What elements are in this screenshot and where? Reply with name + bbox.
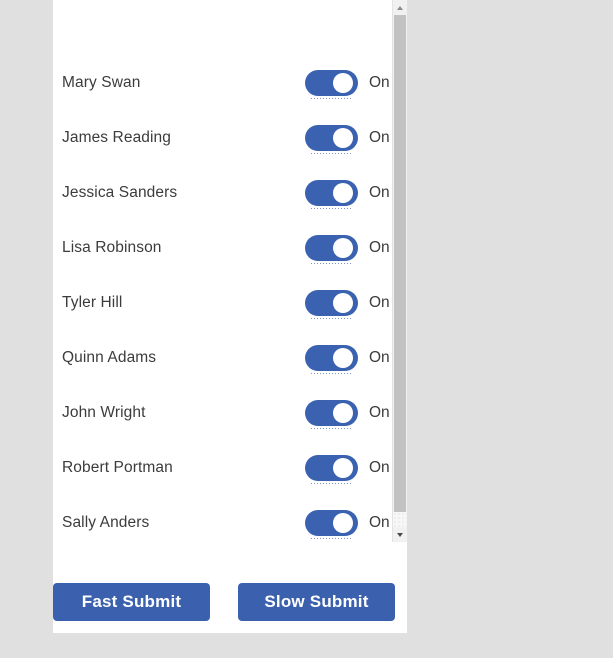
toggle-knob-icon [333, 237, 353, 258]
toggle-switch[interactable] [305, 289, 358, 319]
toggle-focus-indicator [311, 427, 352, 429]
toggle-state-label: On [369, 128, 390, 146]
toggle-switch[interactable] [305, 509, 358, 539]
toggle-switch[interactable] [305, 399, 358, 429]
person-toggle-group: On [305, 289, 390, 319]
form-footer: Fast Submit Slow Submit [53, 545, 407, 633]
toggle-switch[interactable] [305, 454, 358, 484]
person-row: Lisa Robinson On [53, 220, 393, 275]
person-name: Jessica Sanders [62, 183, 178, 201]
toggle-switch[interactable] [305, 234, 358, 264]
person-name: Sally Anders [62, 513, 150, 531]
scrollbar-thumb[interactable] [394, 15, 406, 512]
toggle-knob-icon [333, 292, 353, 313]
person-name: Lisa Robinson [62, 238, 162, 256]
person-row: Robert Portman On [53, 440, 393, 495]
scrollbar-up-button[interactable] [393, 0, 407, 15]
person-name: Mary Swan [62, 73, 141, 91]
person-toggle-group: On [305, 179, 390, 209]
scrollbar-down-button[interactable] [393, 527, 407, 542]
toggle-focus-indicator [311, 207, 352, 209]
toggle-switch[interactable] [305, 344, 358, 374]
toggle-state-label: On [369, 403, 390, 421]
toggle-focus-indicator [311, 372, 352, 374]
toggle-state-label: On [369, 513, 390, 531]
toggle-knob-icon [333, 402, 353, 423]
person-toggle-group: On [305, 234, 390, 264]
person-row: John Wright On [53, 385, 393, 440]
person-row: Tyler Hill On [53, 275, 393, 330]
toggle-state-label: On [369, 73, 390, 91]
toggle-switch[interactable] [305, 69, 358, 99]
people-list-viewport: Mary Swan On James Reading On Jessica Sander… [53, 0, 407, 545]
scrollbar-track-lower[interactable] [393, 512, 407, 528]
toggle-focus-indicator [311, 537, 352, 539]
chevron-down-icon [397, 532, 403, 537]
toggle-state-label: On [369, 238, 390, 256]
toggle-focus-indicator [311, 152, 352, 154]
person-row: Sally Anders On [53, 495, 393, 545]
person-name: James Reading [62, 128, 171, 146]
person-name: Tyler Hill [62, 293, 123, 311]
person-toggle-group: On [305, 454, 390, 484]
person-row: Jessica Sanders On [53, 165, 393, 220]
toggle-switch[interactable] [305, 179, 358, 209]
toggle-switch[interactable] [305, 124, 358, 154]
person-toggle-group: On [305, 344, 390, 374]
toggle-focus-indicator [311, 317, 352, 319]
toggle-state-label: On [369, 183, 390, 201]
toggle-knob-icon [333, 182, 353, 203]
toggle-state-label: On [369, 458, 390, 476]
toggle-state-label: On [369, 293, 390, 311]
fast-submit-button[interactable]: Fast Submit [53, 583, 210, 621]
person-name: John Wright [62, 403, 146, 421]
person-toggle-group: On [305, 509, 390, 539]
toggle-focus-indicator [311, 482, 352, 484]
toggle-knob-icon [333, 72, 353, 93]
person-row: Mary Swan On [53, 55, 393, 110]
person-name: Quinn Adams [62, 348, 157, 366]
person-row: James Reading On [53, 110, 393, 165]
people-list: Mary Swan On James Reading On Jessica Sander… [53, 0, 393, 545]
slow-submit-button[interactable]: Slow Submit [238, 583, 395, 621]
person-name: Robert Portman [62, 458, 173, 476]
toggle-knob-icon [333, 457, 353, 478]
chevron-up-icon [397, 5, 403, 10]
person-toggle-group: On [305, 69, 390, 99]
person-toggle-group: On [305, 124, 390, 154]
toggle-focus-indicator [311, 97, 352, 99]
toggle-knob-icon [333, 347, 353, 368]
toggle-knob-icon [333, 512, 353, 533]
form-panel: Mary Swan On James Reading On Jessica Sander… [53, 0, 407, 633]
toggle-state-label: On [369, 348, 390, 366]
vertical-scrollbar[interactable] [392, 0, 407, 542]
person-row: Quinn Adams On [53, 330, 393, 385]
person-toggle-group: On [305, 399, 390, 429]
toggle-knob-icon [333, 127, 353, 148]
toggle-focus-indicator [311, 262, 352, 264]
